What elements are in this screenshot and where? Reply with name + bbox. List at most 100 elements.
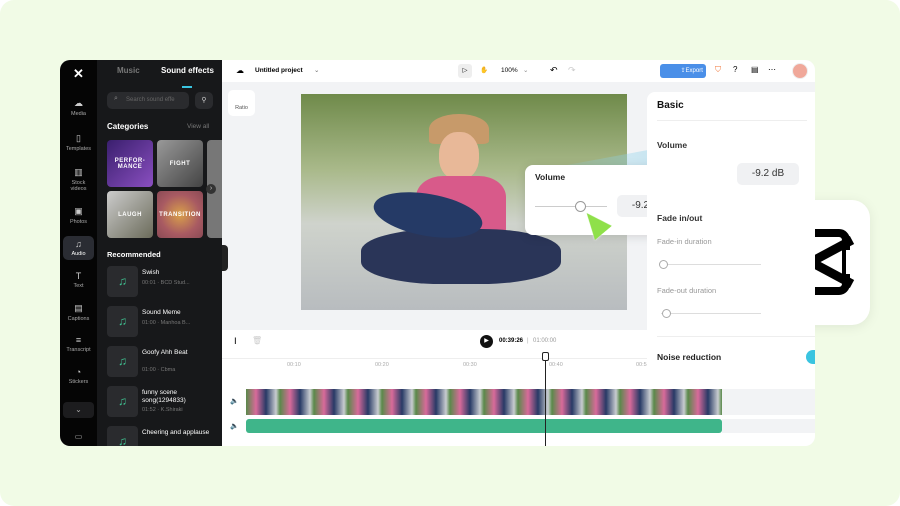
current-time: 00:39:26 <box>499 338 524 344</box>
face-shape <box>439 132 479 180</box>
chevron-down-icon[interactable]: ⌄ <box>314 66 319 74</box>
view-all-link[interactable]: View all <box>187 123 209 130</box>
music-icon: ♫ <box>75 239 82 249</box>
chevron-right-icon[interactable]: › <box>206 184 216 194</box>
redo-icon[interactable]: ↷ <box>568 65 576 76</box>
sticker-icon: ◔ <box>75 367 82 377</box>
rail-captions[interactable]: ▤ Captions <box>63 303 94 322</box>
rail-templates[interactable]: ▯ Templates <box>63 133 94 152</box>
category-transition[interactable]: TRANSITION <box>157 191 203 238</box>
select-pointer-icon[interactable]: ▷ <box>458 64 472 78</box>
left-rail: ✕ ☁ Media ▯ Templates ▥ Stock videos ▣ Photo… <box>60 60 97 446</box>
label: Audio <box>71 251 86 257</box>
keyboard-icon[interactable]: ▭ <box>63 432 94 441</box>
rail-stock-videos[interactable]: ▥ Stock videos <box>63 167 94 192</box>
split-icon[interactable]: Ⅰ <box>234 336 237 347</box>
fade-in-slider-handle[interactable] <box>659 260 668 269</box>
zoom-level[interactable]: 100% <box>501 67 518 74</box>
volume-value-field[interactable]: -9.2 dB <box>737 163 799 185</box>
noise-reduction-label: Noise reduction <box>657 352 722 362</box>
fade-out-label: Fade-out duration <box>657 286 717 295</box>
category-fight[interactable]: FIGHT <box>157 140 203 187</box>
label: Photos <box>69 219 88 225</box>
music-note-icon: ♫ <box>107 346 138 377</box>
noise-reduction-toggle[interactable] <box>806 350 815 364</box>
audio-clip[interactable] <box>246 419 722 433</box>
export-button[interactable]: ⇪ Export <box>660 64 706 78</box>
tick-label: 00:40 <box>549 362 563 368</box>
volume-slider-handle[interactable] <box>574 201 586 212</box>
fade-heading: Fade in/out <box>657 213 703 223</box>
tick-label: 00:20 <box>375 362 389 368</box>
video-clip[interactable] <box>246 389 722 415</box>
jeans-shape <box>361 229 561 284</box>
rail-audio[interactable]: ♫ Audio <box>63 236 94 260</box>
print-icon[interactable]: ▤ <box>751 65 759 74</box>
total-time: 01:00:00 <box>533 338 557 344</box>
help-icon[interactable]: ? <box>733 65 737 74</box>
divider <box>657 336 815 337</box>
label: Stickers <box>68 379 89 385</box>
category-performance[interactable]: PERFOR-MANCE <box>107 140 153 187</box>
rail-media[interactable]: ☁ Media <box>63 98 94 117</box>
filter-button[interactable]: ⚲ <box>195 92 213 109</box>
list-item[interactable]: ♫ Cheering and applause <box>107 426 217 446</box>
tick-label: 00:10 <box>287 362 301 368</box>
fade-in-slider[interactable] <box>661 264 761 265</box>
fade-out-slider[interactable] <box>661 313 761 314</box>
volume-label: Volume <box>657 140 688 150</box>
list-item[interactable]: ♫ Goofy Ahh Beat 01:00 · Cbma <box>107 346 217 378</box>
fade-out-slider-handle[interactable] <box>662 309 671 318</box>
sound-meta: 01:00 · Manhoa B... <box>142 320 191 326</box>
film-icon: ▥ <box>74 167 83 177</box>
playhead-handle[interactable] <box>542 352 549 361</box>
popup-volume-label: Volume <box>535 172 566 182</box>
video-track-volume-icon[interactable]: 🔈 <box>230 397 239 405</box>
rail-transcript[interactable]: ≡ Transcript <box>63 335 94 353</box>
shield-icon[interactable]: ⛉ <box>715 65 721 75</box>
sound-meta: 01:52 · K.Shiraki <box>142 407 183 413</box>
audio-track-volume-icon[interactable]: 🔈 <box>230 422 239 430</box>
rail-photos[interactable]: ▣ Photos <box>63 206 94 225</box>
label: Templates <box>65 146 92 152</box>
fade-in-label: Fade-in duration <box>657 237 712 246</box>
hand-icon[interactable]: ✋ <box>480 66 488 74</box>
video-track-bg <box>722 389 815 415</box>
search-placeholder: Search sound effe <box>126 97 175 103</box>
sound-meta: 00:01 · BCD Stud... <box>142 280 190 286</box>
rail-text[interactable]: T Text <box>63 271 94 289</box>
list-item[interactable]: ♫ Swish 00:01 · BCD Stud... <box>107 266 217 298</box>
play-button[interactable]: ▶ <box>480 335 493 348</box>
search-input[interactable]: ⌕ Search sound effe <box>107 92 189 109</box>
cloud-icon: ☁ <box>74 98 83 108</box>
ratio-button[interactable]: Ratio <box>228 90 255 116</box>
project-title[interactable]: Untitled project <box>255 67 303 74</box>
rail-stickers[interactable]: ◔ Stickers <box>63 367 94 385</box>
playhead[interactable] <box>545 354 546 446</box>
more-icon[interactable]: ⋯ <box>768 65 776 74</box>
music-note-icon: ♫ <box>107 386 138 417</box>
more-chevron-down-icon[interactable]: ⌄ <box>63 402 94 418</box>
panel-collapse-handle[interactable] <box>222 245 228 271</box>
zoom-chevron-icon[interactable]: ⌄ <box>523 66 528 74</box>
list-item[interactable]: ♫ funny scene song(1294833) 01:52 · K.Shir… <box>107 386 217 418</box>
tab-sound-effects[interactable]: Sound effects <box>161 66 214 75</box>
sound-name: Swish <box>142 269 160 276</box>
panel-title: Basic <box>657 100 684 111</box>
label: Stock videos <box>70 180 87 192</box>
category-laugh[interactable]: LAUGH <box>107 191 153 238</box>
label: Media <box>71 111 86 117</box>
ratio-label: Ratio <box>235 105 248 111</box>
undo-icon[interactable]: ↶ <box>550 65 558 76</box>
sound-name: Sound Meme <box>142 309 181 316</box>
sound-name: funny scene song(1294833) <box>142 389 186 404</box>
label: Transcript <box>66 347 91 353</box>
delete-icon[interactable]: 🗑 <box>252 336 262 345</box>
avatar[interactable] <box>792 63 808 79</box>
tab-music[interactable]: Music <box>117 66 140 75</box>
label: Text <box>73 283 84 289</box>
captions-icon: ▤ <box>74 303 83 313</box>
list-item[interactable]: ♫ Sound Meme 01:00 · Manhoa B... <box>107 306 217 338</box>
cloud-icon: ☁ <box>236 66 244 75</box>
sound-panel: Music Sound effects ⌕ Search sound effe ⚲… <box>97 60 222 446</box>
